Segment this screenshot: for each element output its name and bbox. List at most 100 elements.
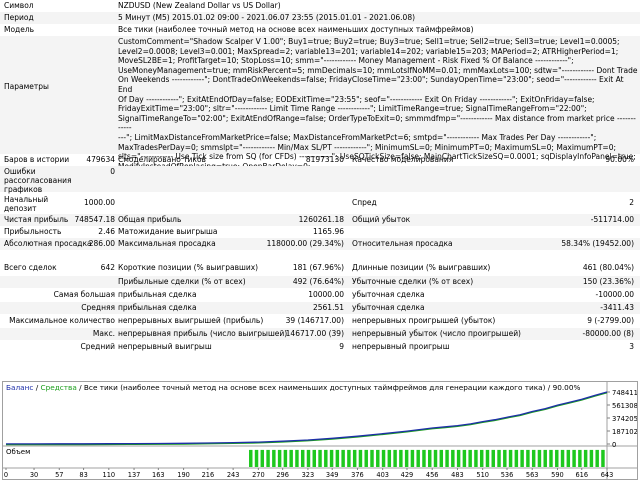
average-loss-value: -3411.43	[600, 303, 634, 312]
report-table: Символ NZDUSD (New Zealand Dollar vs US …	[0, 0, 640, 380]
gross-loss-label: Общий убыток	[352, 215, 411, 224]
row-bars: Баров в истории 479634 Смоделировано тик…	[0, 154, 640, 166]
parameters-text: CustomComment="Shadow Scalper V 1.00"; B…	[118, 37, 638, 171]
x-tick-label: 483	[451, 471, 464, 479]
net-profit-value: 748547.18	[74, 215, 115, 224]
x-tick-label: 563	[526, 471, 539, 479]
max-consecutive-label: Максимальное количество	[9, 316, 115, 325]
x-tick-label: 403	[376, 471, 389, 479]
avg-consecutive-profit-value: 9	[339, 342, 344, 351]
volume-bar	[497, 449, 501, 467]
param-line: SignalTimeRangeTo="02:00"; ExitAtEndOfRa…	[118, 113, 636, 133]
row-max-consecutive-money: Макс. непрерывная прибыль (число выигрыш…	[0, 328, 640, 340]
ticks-value: 81973130	[305, 155, 344, 164]
x-tick-label: 456	[426, 471, 439, 479]
x-tick-label: 270	[252, 471, 265, 479]
volume-bar	[376, 449, 380, 467]
volume-bar	[260, 449, 265, 467]
largest-profit-label: прибыльная сделка	[118, 290, 197, 299]
max-consecutive-money-loss-label: непрерывный убыток (число проигрышей)	[352, 329, 521, 338]
row-deposit: Начальный депозит 1000.00 Спред 2	[0, 194, 640, 214]
x-tick-label: 83	[79, 471, 87, 479]
equity-line	[6, 392, 608, 446]
row-errors: Ошибки рассогласования графиков 0	[0, 166, 640, 194]
volume-bar	[306, 449, 311, 467]
row-profit-factor: Прибыльность 2.46 Матожидание выигрыша 1…	[0, 226, 640, 238]
volume-bar	[341, 449, 345, 467]
param-line: FridayExitTime="23:00"; sltr="----------…	[118, 104, 587, 114]
volume-bar	[352, 449, 357, 467]
row-drawdown: Абсолютная просадка 286.00 Максимальная …	[0, 238, 640, 250]
spread-label: Спред	[352, 198, 377, 207]
row-model: Модель Все тики (наиболее точный метод н…	[0, 24, 640, 36]
param-line: MoveSL2BE=1; ProfitTarget=10; StopLoss=1…	[118, 56, 574, 66]
volume-bar	[526, 449, 530, 467]
profit-factor-value: 2.46	[98, 227, 115, 236]
model-label: Модель	[4, 25, 35, 34]
volume-bar	[474, 449, 478, 467]
x-tick-label: 216	[202, 471, 215, 479]
bars-value: 479634	[86, 155, 115, 164]
y-tick-label: 0	[612, 441, 616, 449]
largest-label: Самая большая	[53, 290, 115, 299]
volume-bar	[531, 449, 536, 467]
x-tick-label: 349	[326, 471, 339, 479]
x-tick-label: 0	[4, 471, 8, 479]
row-largest: Самая большая прибыльная сделка 10000.00…	[0, 289, 640, 301]
avg-consecutive-loss-label: непрерывный проигрыш	[352, 342, 450, 351]
x-tick-label: 110	[103, 471, 116, 479]
volume-bar	[329, 449, 334, 467]
volume-bar	[433, 449, 438, 467]
row-total-trades: Всего сделок 642 Короткие позиции (% выи…	[0, 262, 640, 274]
volume-bar	[404, 449, 409, 467]
profit-factor-label: Прибыльность	[4, 227, 62, 236]
parameters-label: Параметры	[4, 82, 49, 91]
errors-value: 0	[110, 167, 115, 176]
max-consecutive-profit-value: 39 (146717.00)	[285, 316, 344, 325]
row-parameters: Параметры CustomComment="Shadow Scalper …	[0, 36, 640, 171]
volume-bar	[295, 449, 299, 467]
volume-bar	[335, 449, 340, 467]
x-tick-label: 429	[401, 471, 414, 479]
x-tick-label: 323	[302, 471, 315, 479]
volume-bar	[595, 449, 599, 467]
volume-bar	[578, 449, 582, 467]
volume-bar	[347, 449, 351, 467]
x-tick-label: 536	[501, 471, 514, 479]
x-tick-label: 137	[128, 471, 141, 479]
max-consecutive-profit-label: непрерывных выигрышей (прибыль)	[118, 316, 264, 325]
short-positions-value: 181 (67.96%)	[292, 263, 344, 272]
gross-loss-value: -511714.00	[590, 215, 634, 224]
row-net-profit: Чистая прибыль 748547.18 Общая прибыль 1…	[0, 214, 640, 226]
largest-loss-label: убыточная сделка	[352, 290, 425, 299]
largest-loss-value: -10000.00	[595, 290, 635, 299]
volume-bar	[572, 449, 576, 467]
abs-drawdown-value: 286.00	[88, 239, 115, 248]
spread-value: 2	[629, 198, 634, 207]
row-avg-consecutive: Средний непрерывный выигрыш 9 непрерывны…	[0, 341, 640, 353]
rel-drawdown-label: Относительная просадка	[352, 239, 453, 248]
volume-bar	[422, 449, 426, 467]
average-profit-value: 2561.51	[312, 303, 344, 312]
volume-bar	[479, 449, 484, 467]
max-consecutive-loss-value: 9 (-2799.00)	[587, 316, 634, 325]
chart-svg: 748411 561308 374205 187102 0 0 30 57 83 110 137 16…	[3, 382, 637, 479]
expected-payoff-label: Матожидание выигрыша	[118, 227, 218, 236]
avg-consecutive-loss-value: 3	[629, 342, 634, 351]
quality-label: Качество моделирования	[352, 155, 454, 164]
x-tick-label: 510	[476, 471, 489, 479]
volume-bar	[566, 449, 571, 467]
gross-profit-value: 1260261.18	[298, 215, 344, 224]
param-line: Level2=0.0008; Level3=0.001; MaxSpread=2…	[118, 46, 619, 56]
quality-value: 90.00%	[605, 155, 634, 164]
x-tick-label: 243	[227, 471, 240, 479]
deposit-label: Начальный депозит	[4, 195, 49, 213]
profit-trades-label: Прибыльные сделки (% от всех)	[118, 277, 246, 286]
max-drawdown-value: 118000.00 (29.34%)	[266, 239, 344, 248]
volume-bar	[254, 449, 259, 467]
max-consecutive-loss-label: непрерывных проигрышей (убыток)	[352, 316, 496, 325]
long-positions-label: Длинные позиции (% выигравших)	[352, 263, 491, 272]
volume-bar	[451, 449, 455, 467]
x-tick-label: 296	[276, 471, 289, 479]
volume-bar	[520, 449, 524, 467]
